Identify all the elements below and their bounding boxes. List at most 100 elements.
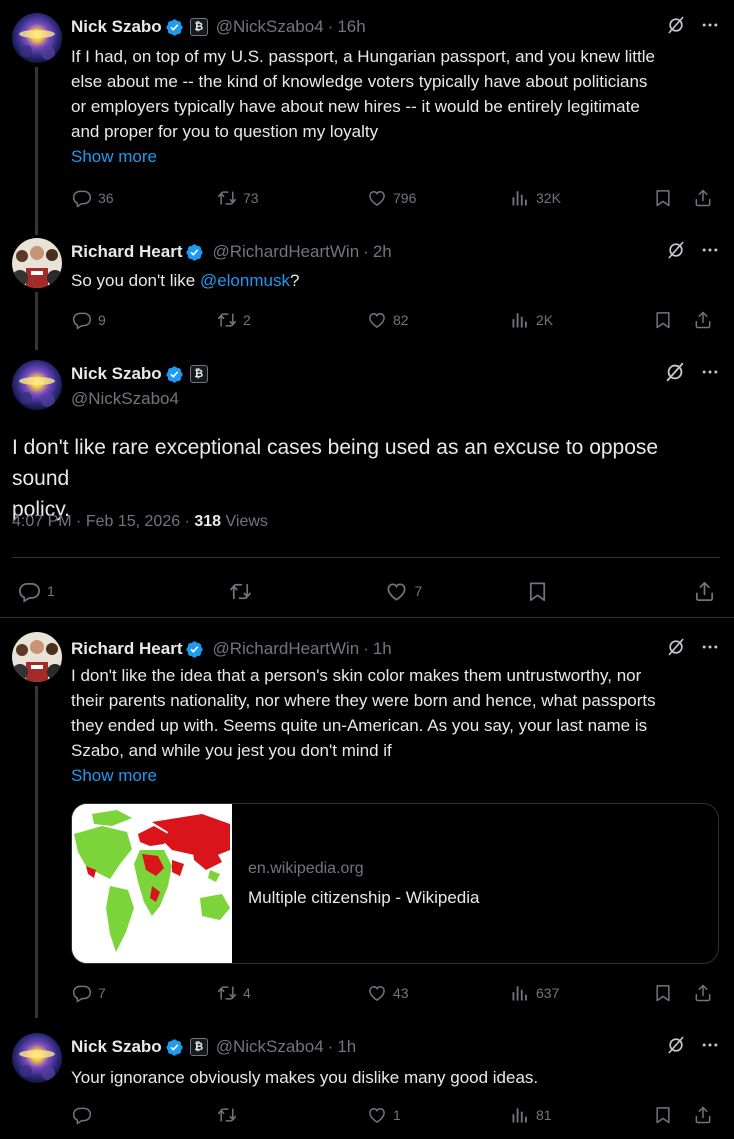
timestamp[interactable]: 1h (373, 639, 392, 659)
avatar-image (12, 632, 62, 682)
affiliate-badge[interactable]: ₿ (189, 18, 208, 36)
share-button[interactable] (693, 580, 716, 603)
separator: · (184, 513, 190, 530)
repost-icon (217, 310, 237, 330)
more-icon[interactable] (700, 240, 720, 265)
timestamp[interactable]: 1h (337, 1037, 356, 1057)
repost-icon (217, 983, 237, 1003)
affiliate-badge[interactable]: ₿ (189, 365, 208, 383)
tweet-text-line: else about me -- the kind of knowledge v… (71, 72, 648, 91)
avatar[interactable] (12, 360, 62, 410)
views-button[interactable]: 81 (510, 1105, 653, 1125)
more-icon[interactable] (700, 637, 720, 662)
display-name[interactable]: Richard Heart (71, 242, 182, 262)
tweet-meta: 4:07 PM · Feb 15, 2026 · 318 Views (12, 513, 268, 531)
bookmark-button[interactable] (653, 1105, 693, 1125)
tweet-time[interactable]: 4:07 PM (12, 513, 72, 530)
bookmark-button[interactable] (653, 310, 693, 330)
avatar-image (12, 1033, 62, 1083)
like-button[interactable]: 82 (367, 310, 510, 330)
tweet-richard-heart-2[interactable]: Richard Heart @RichardHeartWin · 1h I do… (0, 618, 734, 1018)
more-icon[interactable] (700, 1035, 720, 1060)
reply-button[interactable] (72, 1105, 217, 1125)
reply-button[interactable]: 1 (18, 580, 55, 603)
verified-badge-icon[interactable] (165, 365, 184, 384)
handle[interactable]: @RichardHeartWin (212, 639, 359, 659)
handle[interactable]: @NickSzabo4 (216, 17, 324, 37)
verified-badge-icon[interactable] (185, 640, 204, 659)
repost-button[interactable]: 73 (217, 188, 367, 208)
views-button[interactable]: 637 (510, 983, 653, 1003)
like-icon (367, 188, 387, 208)
tweet-nick-szabo-2[interactable]: Nick Szabo ₿ @NickSzabo4 · 1h Your ignor… (0, 1018, 734, 1139)
mention-link[interactable]: @elonmusk (200, 271, 290, 290)
grok-icon[interactable] (666, 15, 686, 40)
views-button[interactable]: 2K (510, 310, 653, 330)
avatar[interactable] (12, 632, 62, 682)
bookmark-button[interactable] (526, 580, 549, 603)
tweet-text-part: ? (289, 271, 300, 290)
bookmark-button[interactable] (653, 188, 693, 208)
handle[interactable]: @NickSzabo4 (71, 389, 179, 409)
display-name[interactable]: Nick Szabo (71, 17, 162, 37)
share-button[interactable] (693, 1105, 713, 1125)
display-name[interactable]: Richard Heart (71, 639, 182, 659)
view-count: 81 (536, 1107, 552, 1123)
tweet-nick-szabo-1[interactable]: Nick Szabo ₿ @NickSzabo4 · 16h If I had,… (0, 0, 734, 235)
reply-button[interactable]: 36 (72, 188, 217, 208)
card-thumbnail (72, 804, 232, 963)
handle[interactable]: @RichardHeartWin (212, 242, 359, 262)
share-icon (693, 580, 716, 603)
timestamp[interactable]: 2h (373, 242, 392, 262)
views-icon (510, 310, 530, 330)
timestamp[interactable]: 16h (337, 17, 365, 37)
like-icon (385, 580, 408, 603)
like-button[interactable]: 43 (367, 983, 510, 1003)
avatar[interactable] (12, 13, 62, 63)
views-button[interactable]: 32K (510, 188, 653, 208)
reply-icon (18, 580, 41, 603)
verified-badge-icon[interactable] (165, 18, 184, 37)
grok-icon[interactable] (664, 361, 686, 388)
bookmark-button[interactable] (653, 983, 693, 1003)
grok-icon[interactable] (666, 240, 686, 265)
handle[interactable]: @NickSzabo4 (216, 1037, 324, 1057)
more-icon[interactable] (700, 15, 720, 40)
share-button[interactable] (693, 188, 713, 208)
grok-icon[interactable] (666, 1035, 686, 1060)
tweet-header: Richard Heart @RichardHeartWin · 1h (71, 637, 720, 661)
show-more-link[interactable]: Show more (71, 763, 720, 788)
repost-button[interactable]: 2 (217, 310, 367, 330)
reply-button[interactable]: 9 (72, 310, 217, 330)
avatar[interactable] (12, 238, 62, 288)
tweet-text-part: So you don't like (71, 271, 200, 290)
thread-line (35, 686, 38, 1018)
avatar-image (12, 238, 62, 288)
action-bar: 1 7 (18, 578, 716, 604)
verified-badge-icon[interactable] (185, 243, 204, 262)
separator: · (327, 17, 334, 36)
like-button[interactable]: 7 (385, 580, 422, 603)
tweet-header: Nick Szabo ₿ @NickSzabo4 · 16h (71, 15, 720, 39)
more-icon[interactable] (700, 362, 720, 387)
avatar[interactable] (12, 1033, 62, 1083)
display-name[interactable]: Nick Szabo (71, 364, 162, 384)
repost-button[interactable]: 4 (217, 983, 367, 1003)
tweet-date[interactable]: Feb 15, 2026 (86, 513, 180, 530)
tweet-richard-heart-1[interactable]: Richard Heart @RichardHeartWin · 2h So y… (0, 230, 734, 350)
reply-button[interactable]: 7 (72, 983, 217, 1003)
share-button[interactable] (693, 983, 713, 1003)
tweet-text-line: Szabo, and while you jest you don't mind… (71, 741, 392, 760)
affiliate-badge[interactable]: ₿ (189, 1038, 208, 1056)
repost-button[interactable] (217, 1105, 367, 1125)
verified-badge-icon[interactable] (165, 1038, 184, 1057)
show-more-link[interactable]: Show more (71, 144, 720, 169)
repost-button[interactable] (229, 580, 252, 603)
link-card[interactable]: en.wikipedia.org Multiple citizenship - … (71, 803, 719, 964)
grok-icon[interactable] (666, 637, 686, 662)
display-name[interactable]: Nick Szabo (71, 1037, 162, 1057)
share-button[interactable] (693, 310, 713, 330)
like-button[interactable]: 1 (367, 1105, 510, 1125)
like-button[interactable]: 796 (367, 188, 510, 208)
tweet-header: Richard Heart @RichardHeartWin · 2h (71, 240, 720, 264)
